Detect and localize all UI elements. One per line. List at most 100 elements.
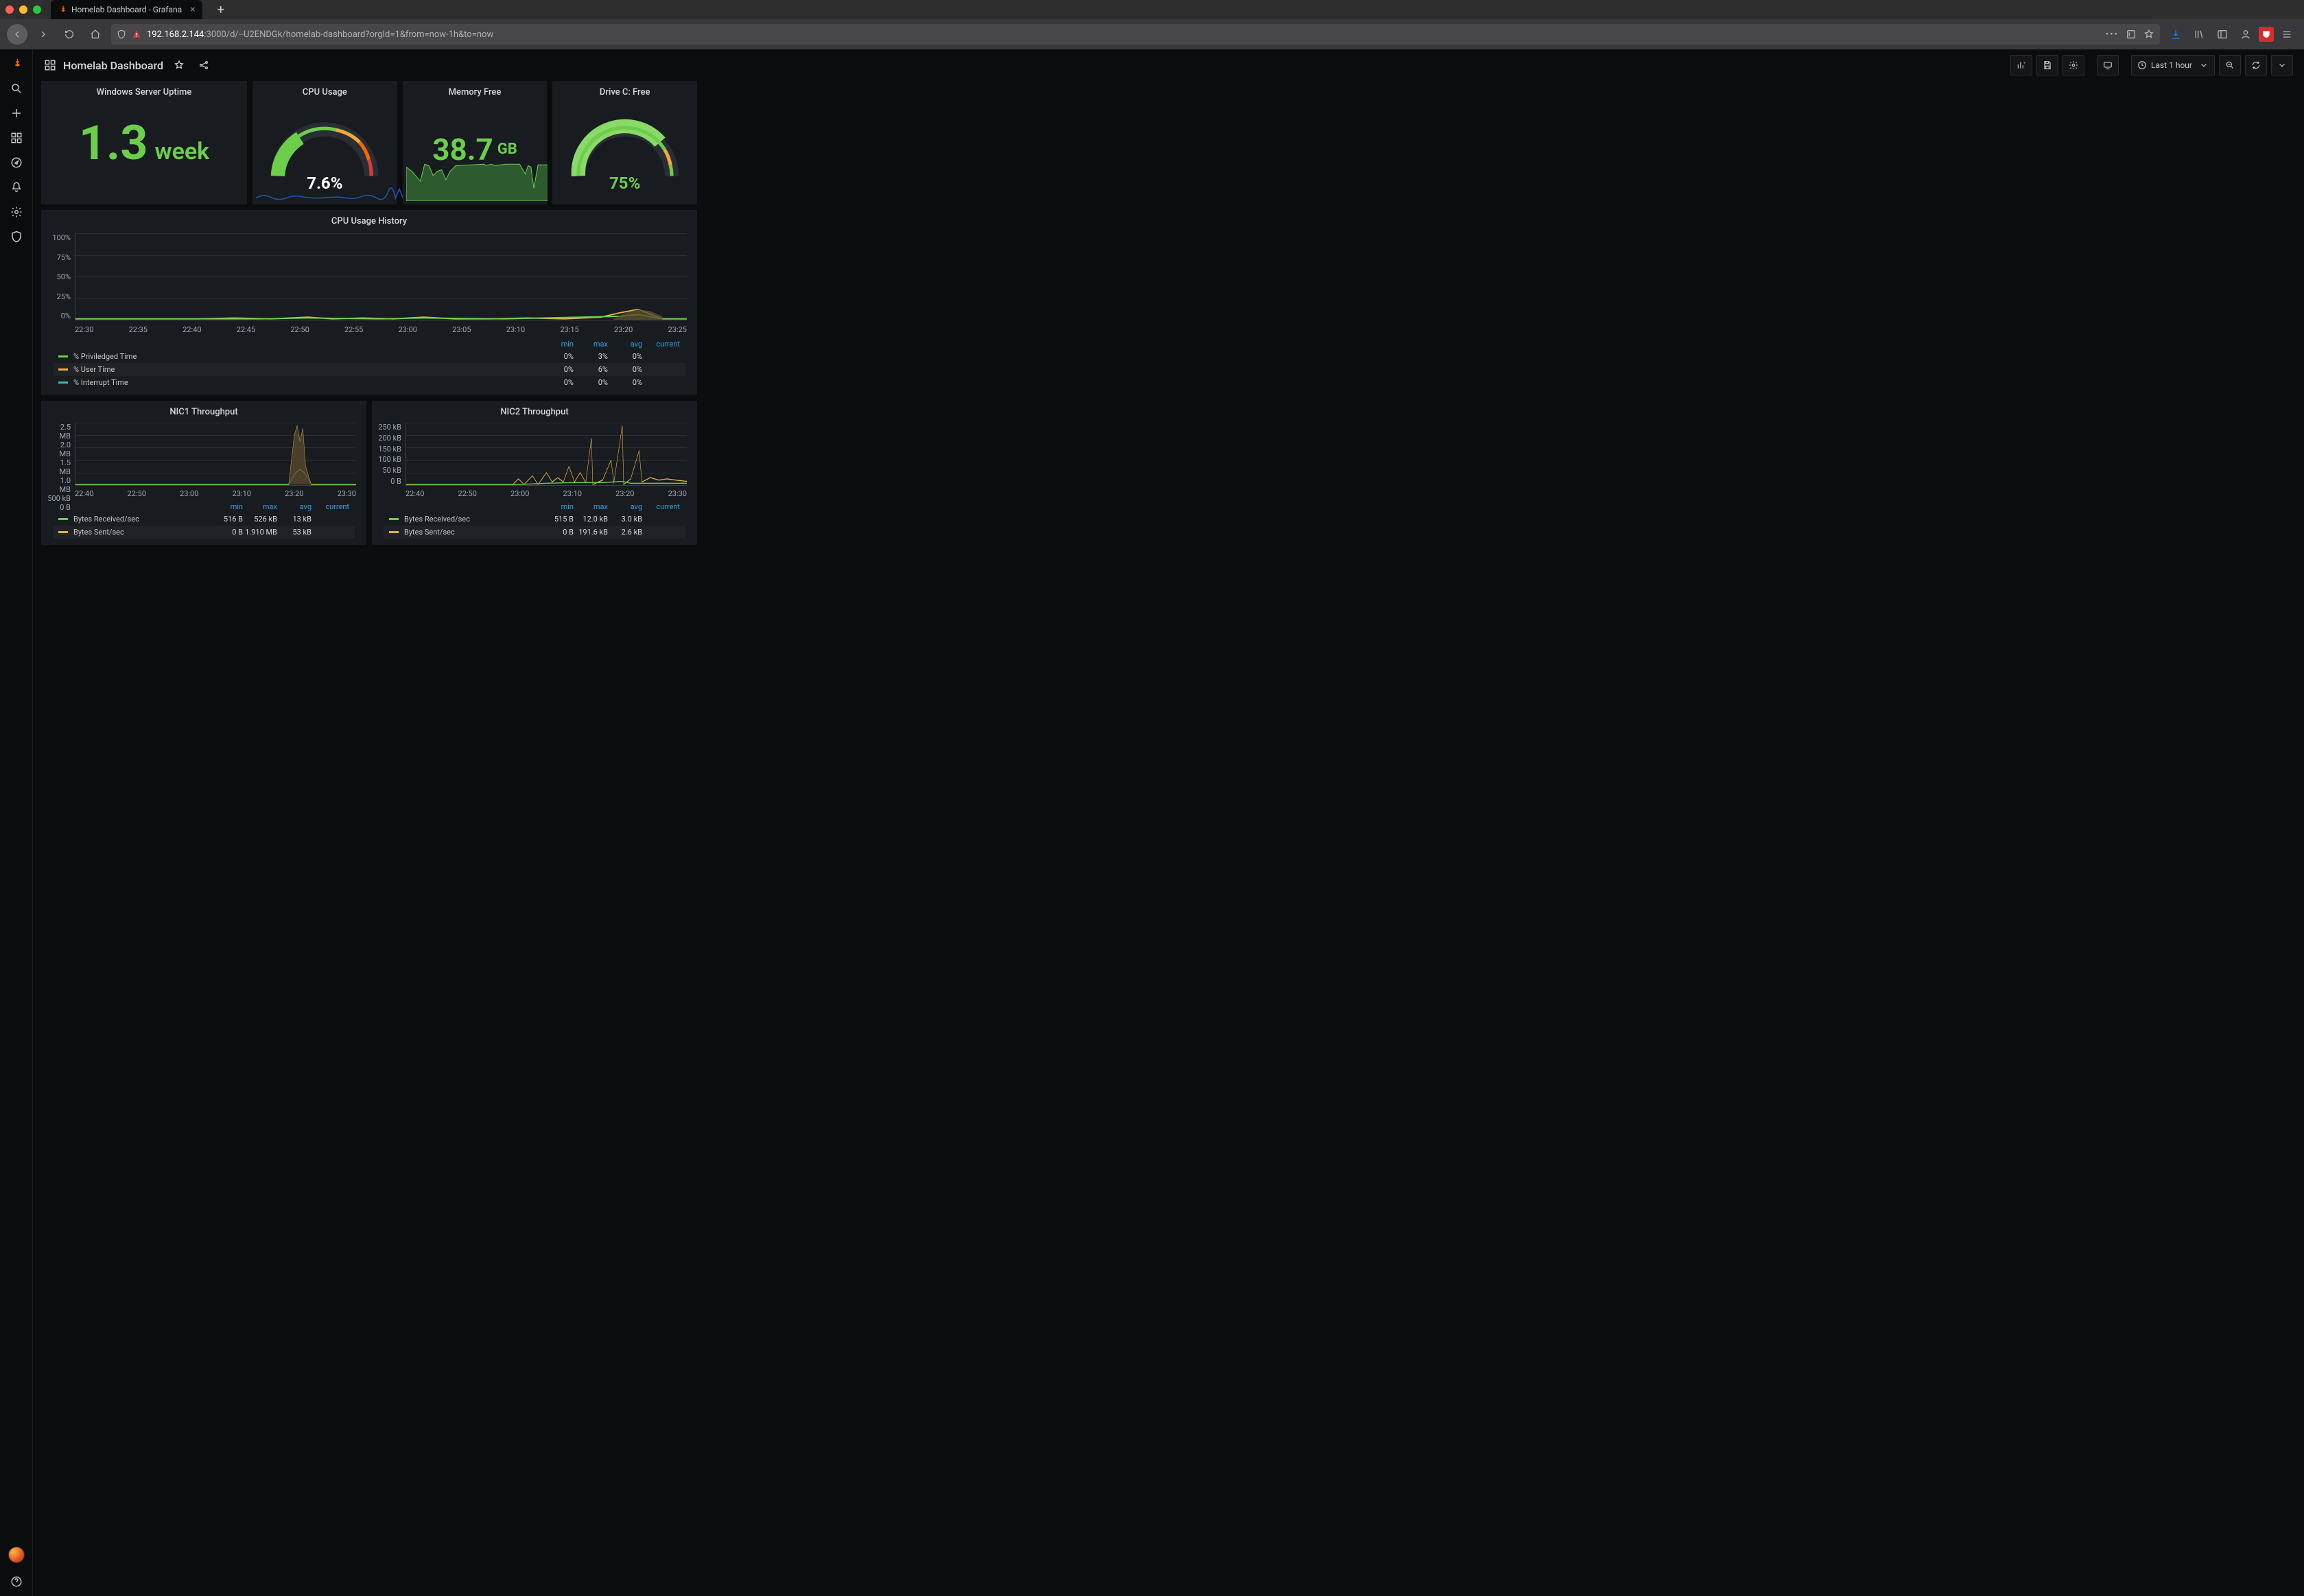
alerting-icon[interactable]: [10, 181, 23, 193]
home-button[interactable]: [85, 24, 106, 45]
share-dashboard-icon[interactable]: [195, 56, 213, 74]
panel-title: CPU Usage: [303, 87, 347, 97]
legend-series-name: % User Time: [73, 365, 539, 374]
close-tab-icon[interactable]: ×: [190, 4, 195, 15]
legend-series-name: % Priviledged Time: [73, 352, 539, 361]
reload-button[interactable]: [59, 24, 80, 45]
dashboards-icon: [44, 59, 56, 71]
panel-title: Memory Free: [449, 87, 502, 97]
panel-uptime[interactable]: Windows Server Uptime 1.3 week: [41, 81, 247, 204]
create-icon[interactable]: [10, 107, 23, 119]
shield-icon: [117, 30, 126, 39]
cpu-gauge: 7.6%: [266, 106, 383, 190]
sidebar-button[interactable]: [2212, 24, 2233, 45]
dashboards-icon[interactable]: [10, 132, 23, 144]
refresh-button[interactable]: [2245, 55, 2267, 75]
panel-drive-c-free[interactable]: Drive C: Free 75%: [552, 81, 697, 204]
ublock-icon[interactable]: [2259, 27, 2274, 42]
page-actions-icon[interactable]: •••: [2106, 30, 2119, 40]
grafana-side-rail: [0, 49, 33, 1596]
refresh-interval-button[interactable]: [2271, 55, 2293, 75]
search-icon[interactable]: [10, 82, 23, 95]
chevron-down-icon: [2277, 60, 2287, 70]
browser-tab-title: Homelab Dashboard - Grafana: [71, 5, 182, 14]
dashboard-settings-button[interactable]: [2062, 55, 2084, 75]
legend-row[interactable]: Bytes Received/sec 515 B 12.0 kB 3.0 kB: [384, 513, 685, 526]
legend-swatch: [58, 368, 68, 371]
panel-cpu-usage[interactable]: CPU Usage 7.6%: [252, 81, 397, 204]
panel-memory-free[interactable]: Memory Free 38.7 GB: [403, 81, 548, 204]
server-admin-icon[interactable]: [10, 231, 23, 243]
user-avatar[interactable]: [8, 1547, 25, 1563]
time-range-label: Last 1 hour: [2151, 60, 2192, 70]
site-identity-icon: [132, 30, 141, 39]
legend-row[interactable]: Bytes Sent/sec 0 B 1.910 MB 53 kB: [53, 526, 355, 539]
maximize-window-button[interactable]: [33, 5, 41, 14]
legend-swatch: [389, 531, 399, 533]
window-titlebar: Homelab Dashboard - Grafana × +: [0, 0, 2304, 19]
grafana-logo-icon[interactable]: [10, 58, 23, 70]
legend-swatch: [58, 518, 68, 520]
legend-row[interactable]: Bytes Received/sec 516 B 526 kB 13 kB: [53, 513, 355, 526]
app-menu-button[interactable]: [2277, 24, 2297, 45]
zoom-out-button[interactable]: [2219, 55, 2241, 75]
panel-cpu-history[interactable]: CPU Usage History 100%75%50%25%0%: [41, 210, 697, 395]
panel-nic1-throughput[interactable]: NIC1 Throughput 2.5 MB2.0 MB1.5 MB1.0 MB…: [41, 401, 366, 545]
configuration-icon[interactable]: [10, 206, 23, 218]
breadcrumb[interactable]: Homelab Dashboard: [44, 59, 163, 72]
traffic-lights: [5, 5, 41, 14]
dashboard-grid: Windows Server Uptime 1.3 week CPU Usage: [33, 81, 705, 553]
nic1-legend: minmaxavgcurrent Bytes Received/sec 516 …: [47, 498, 360, 539]
save-dashboard-button[interactable]: [2036, 55, 2058, 75]
legend-row[interactable]: % Interrupt Time 0% 0% 0%: [53, 376, 685, 389]
browser-tab[interactable]: Homelab Dashboard - Grafana ×: [51, 0, 202, 19]
legend-swatch: [58, 355, 68, 357]
cpu-history-legend: min max avg current % Priviledged Time 0…: [47, 336, 691, 389]
nic1-chart: 2.5 MB2.0 MB1.5 MB1.0 MB500 kB0 B 22:402…: [47, 420, 360, 498]
dashboard-toolbar: Homelab Dashboard Last 1 hour: [33, 49, 2304, 81]
library-button[interactable]: [2189, 24, 2209, 45]
panel-title: NIC2 Throughput: [378, 407, 691, 417]
url-text: 192.168.2.144:3000/d/--U2ENDGk/homelab-d…: [147, 30, 493, 40]
back-button[interactable]: [7, 24, 27, 45]
url-bar[interactable]: 192.168.2.144:3000/d/--U2ENDGk/homelab-d…: [111, 24, 2160, 45]
help-icon[interactable]: [10, 1575, 23, 1588]
downloads-button[interactable]: [2165, 24, 2186, 45]
legend-series-name: Bytes Sent/sec: [73, 528, 209, 537]
close-window-button[interactable]: [5, 5, 14, 14]
account-button[interactable]: [2235, 24, 2256, 45]
legend-series-name: Bytes Received/sec: [73, 515, 209, 524]
add-panel-button[interactable]: [2010, 55, 2032, 75]
drive-gauge: 75%: [567, 106, 683, 190]
cpu-history-chart: 100%75%50%25%0% 22:3022:3522:4022:4522:5…: [47, 229, 691, 336]
legend-row[interactable]: % User Time 0% 6% 0%: [53, 363, 685, 376]
legend-swatch: [58, 382, 68, 384]
chevron-down-icon: [2199, 60, 2209, 70]
grafana-logo-icon: [58, 5, 67, 14]
panel-title: Windows Server Uptime: [97, 87, 192, 97]
clock-icon: [2137, 60, 2147, 70]
cycle-view-mode-button[interactable]: [2097, 55, 2119, 75]
legend-series-name: Bytes Received/sec: [404, 515, 539, 524]
browser-toolbar: 192.168.2.144:3000/d/--U2ENDGk/homelab-d…: [0, 19, 2304, 49]
legend-swatch: [389, 518, 399, 520]
cpu-sparkline: [256, 186, 407, 201]
panel-nic2-throughput[interactable]: NIC2 Throughput 250 kB200 kB150 kB100 kB…: [372, 401, 697, 545]
bookmark-star-icon[interactable]: [2143, 29, 2154, 40]
minimize-window-button[interactable]: [19, 5, 27, 14]
new-tab-button[interactable]: +: [212, 3, 230, 17]
stat-value: 1.3 week: [79, 119, 209, 167]
memory-area-chart: [406, 159, 548, 201]
legend-row[interactable]: % Priviledged Time 0% 3% 0%: [53, 350, 685, 363]
forward-button[interactable]: [33, 24, 54, 45]
legend-series-name: % Interrupt Time: [73, 378, 539, 387]
legend-row[interactable]: Bytes Sent/sec 0 B 191.6 kB 2.6 kB: [384, 526, 685, 539]
explore-icon[interactable]: [10, 156, 23, 169]
page-title: Homelab Dashboard: [63, 59, 163, 72]
panel-title: CPU Usage History: [47, 216, 691, 226]
nic2-chart: 250 kB200 kB150 kB100 kB50 kB0 B 22:4022…: [378, 420, 691, 498]
time-range-picker[interactable]: Last 1 hour: [2131, 55, 2215, 75]
nic2-legend: minmaxavgcurrent Bytes Received/sec 515 …: [378, 498, 691, 539]
reader-icon[interactable]: [2126, 29, 2137, 40]
star-dashboard-icon[interactable]: [170, 56, 188, 74]
